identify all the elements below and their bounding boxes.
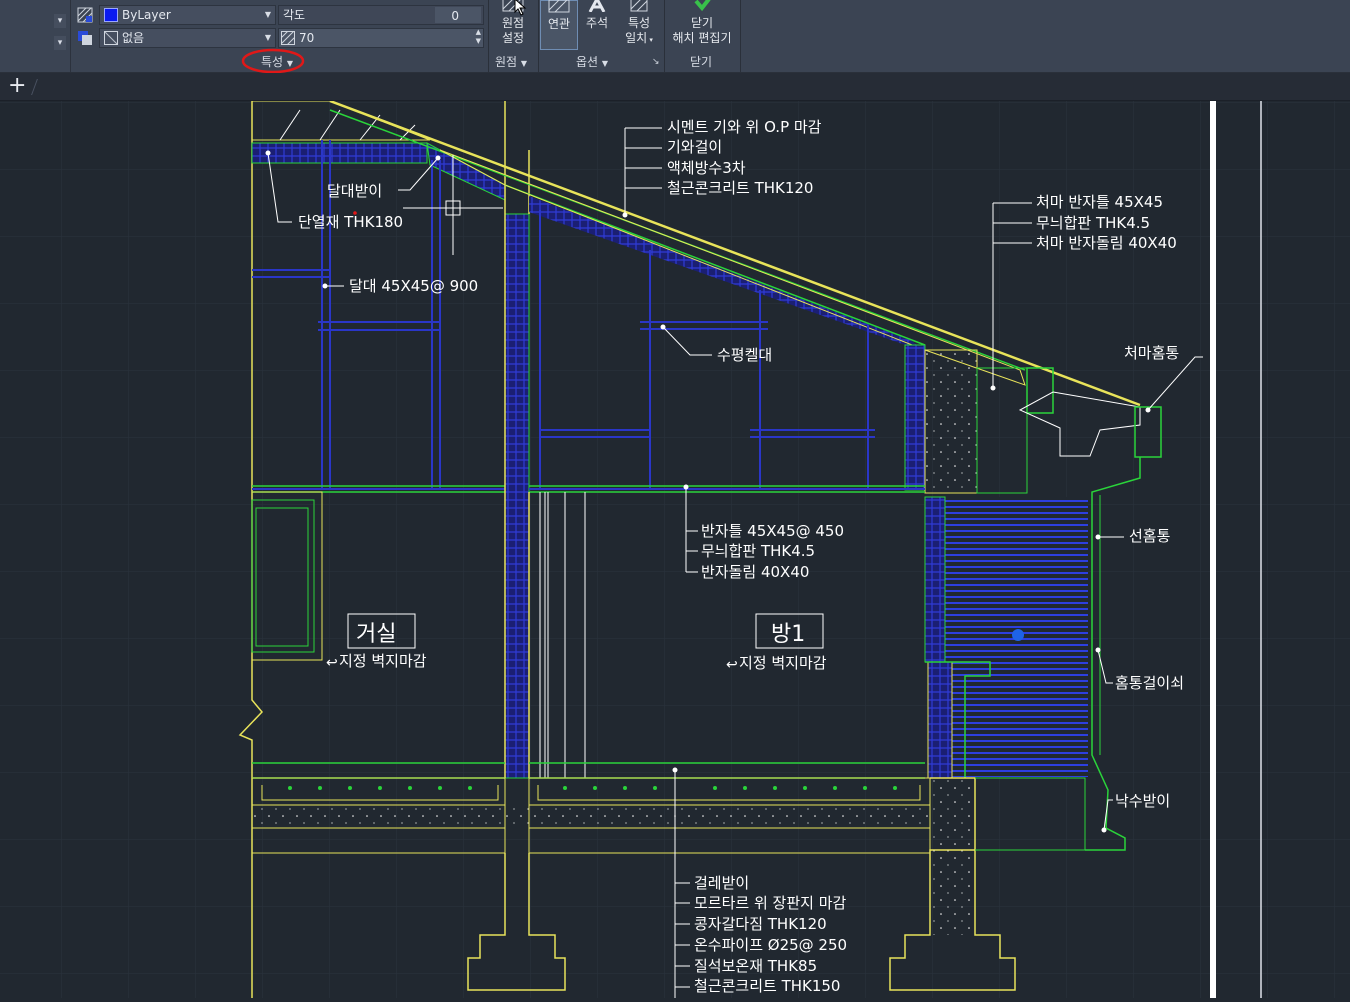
background-color-icon [78,31,92,45]
angle-label: 각도 [283,8,306,22]
exterior-wall-inner [924,496,946,663]
chevron-down-icon: ▾ [647,36,653,44]
origin-panel-text: 원점 [495,55,518,69]
angle-value-box[interactable]: 0 [435,7,481,23]
gutter-label: 처마홈통 [1124,344,1179,362]
panel-separator [740,0,741,72]
insulation-label: 단열재 THK180 [298,213,403,231]
associative-icon [548,0,570,13]
bgcolor-value: 없음 [122,31,145,45]
floor-note: 모르타르 위 장판지 마감 [694,894,847,912]
options-dialog-launcher-icon[interactable]: ↘ [652,57,660,67]
panel-separator [664,0,665,72]
transparency-value: 70 [299,31,315,45]
chevron-down-icon: ▼ [601,59,609,68]
room-1-note-icon: ↩ [726,657,738,673]
spinner-arrows-icon[interactable]: ▲ ▼ [476,28,481,46]
furring-label: 달대받이 [327,182,382,200]
match-properties-icon [630,0,648,12]
exterior-lower-wall [927,661,953,779]
close-panel-label: 닫기 [690,53,712,70]
floor-note: 철근콘크리트 THK150 [694,977,840,995]
eave-note: 처마 반자돌림 40X40 [1036,234,1177,252]
associative-button[interactable]: 연관 [540,0,578,50]
downspout-label: 선홈통 [1129,527,1170,545]
chevron-down-icon: ▼ [264,33,271,42]
ribbon-scroll-down-button[interactable]: ▾ [54,36,66,50]
color-swatch [104,8,118,22]
close-label-1: 닫기 [690,16,714,30]
ribbon: ▾ ▾ ByLayer ▼ 없음 ▼ 각도 0 70 ▲ ▼ 특성 ▼ 원점 설… [0,0,1350,74]
origin-panel-label[interactable]: 원점 ▼ [495,53,527,70]
ceiling-note: 반자돌림 40X40 [701,563,809,581]
options-panel-text: 옵션 [576,55,599,69]
annotative-label: 주석 [585,16,609,30]
new-tab-button[interactable]: + [8,74,26,98]
eave-concrete [924,349,978,494]
room-living-note-icon: ↩ [326,655,338,671]
panel-separator [538,0,539,72]
floor-note: 온수파이프 Ø25@ 250 [694,936,847,954]
roof-note: 기와걸이 [667,138,722,156]
ceiling-note: 무늬합판 THK4.5 [701,542,815,560]
close-label-2: 해치 편집기 [672,31,732,45]
eave-note: 처마 반자틀 45X45 [1036,193,1163,211]
options-panel-label[interactable]: 옵션 ▼ [576,53,608,70]
green-check-icon [694,0,711,12]
chevron-down-icon: ▼ [520,59,528,68]
close-hatch-editor-button[interactable]: 닫기 해치 편집기 [666,0,738,52]
tab-divider [31,79,38,95]
background-color-dropdown[interactable]: 없음 ▼ [99,28,276,48]
panel-separator [488,0,489,72]
transparency-slider[interactable]: 70 ▲ ▼ [278,28,484,48]
highlight-ellipse [241,48,305,74]
annotative-button[interactable]: 주석 [581,0,613,52]
hatch-color-dropdown[interactable]: ByLayer ▼ [99,5,276,25]
central-wall-insulation [504,213,530,779]
ceiling-note: 반자틀 45X45@ 450 [701,522,844,540]
associative-label: 연관 [547,17,571,31]
floor-note: 질석보온재 THK85 [694,957,817,975]
match-properties-label-2: 일치 [625,31,648,45]
drawing-svg: 시멘트 기와 위 O.P 마감 기와걸이 액체방수3차 철근콘크리트 THK12… [0,99,1350,998]
horizontal-member-label: 수평켈대 [717,346,772,364]
transparency-icon [281,31,295,45]
chevron-down-icon: ▼ [264,10,271,19]
angle-slider[interactable]: 각도 0 [278,5,484,25]
roof-note: 철근콘크리트 THK120 [667,179,813,197]
hatch-color-icon [77,7,93,23]
match-properties-label-1: 특성 [627,16,651,30]
floor-concrete-dots [252,806,930,828]
set-origin-label-2: 설정 [501,31,525,45]
drawing-canvas[interactable]: 시멘트 기와 위 O.P 마감 기와걸이 액체방수3차 철근콘크리트 THK12… [0,99,1350,998]
match-properties-button[interactable]: 특성 일치 ▾ [621,0,657,52]
ribbon-scroll-panel: ▾ ▾ [0,0,71,72]
eave-wall-insulation [904,344,926,491]
room-1-note: 지정 벽지마감 [739,654,827,672]
roof-note: 액체방수3차 [667,159,746,177]
file-tab-bar: + [0,73,1350,101]
roof-note: 시멘트 기와 위 O.P 마감 [667,118,822,136]
floor-note: 콩자갈다짐 THK120 [694,915,827,933]
room-1-label: 방1 [771,622,805,647]
attic-insulation-hatch [251,142,428,164]
color-value: ByLayer [122,8,171,22]
viewport-border-line [1210,101,1216,998]
hanger-label: 달대 45X45@ 900 [349,277,478,295]
mouse-cursor-icon [514,0,527,16]
annotative-icon [588,0,606,12]
ribbon-scroll-up-button[interactable]: ▾ [54,14,66,28]
set-origin-label-1: 원점 [501,16,525,30]
floor-note: 걸레받이 [694,874,749,892]
room-living-note: 지정 벽지마감 [339,652,427,670]
splash-block-label: 낙수받이 [1115,792,1170,810]
gutter-hanger-label: 홈통걸이쇠 [1115,674,1184,692]
none-swatch-icon [104,31,118,45]
close-panel-text: 닫기 [690,55,713,69]
angle-value: 0 [451,9,459,23]
selection-grip[interactable] [1012,629,1024,641]
eave-note: 무늬합판 THK4.5 [1036,214,1150,232]
room-living-label: 거실 [356,622,396,647]
